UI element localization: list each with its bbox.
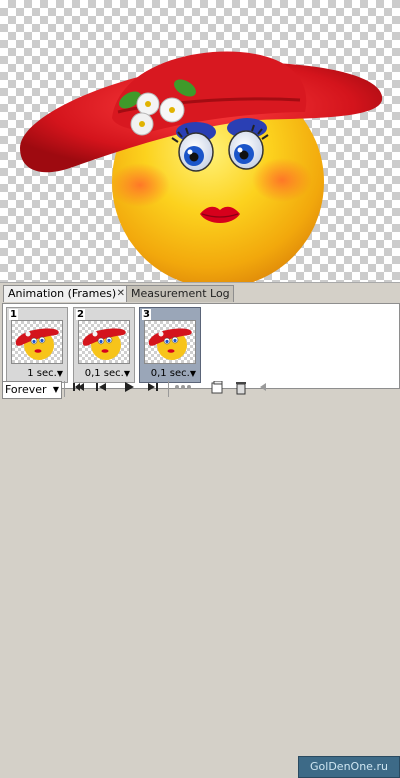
frame-thumbnail [78, 320, 130, 364]
tween-icon[interactable] [174, 381, 192, 397]
scroll-left-icon[interactable] [254, 381, 272, 397]
animation-frame-1[interactable]: 1 1 sec.▼ [6, 307, 68, 383]
frame-number: 2 [76, 309, 85, 320]
close-icon[interactable]: ✕ [117, 286, 125, 302]
frame-number: 3 [142, 309, 151, 320]
animation-frame-3[interactable]: 3 0,1 sec.▼ [139, 307, 201, 383]
first-frame-icon[interactable] [70, 381, 88, 397]
play-icon[interactable] [120, 381, 138, 397]
dropdown-arrow-icon: ▼ [189, 369, 196, 378]
animation-controls: Forever ▼ GolDenOne.ru [0, 378, 400, 778]
duplicate-frame-icon[interactable] [208, 380, 226, 397]
next-frame-icon[interactable] [144, 381, 162, 397]
animation-frame-2[interactable]: 2 0,1 sec.▼ [73, 307, 135, 383]
frames-strip: 1 1 sec.▼ 2 0,1 sec.▼ 3 0,1 sec.▼ [2, 303, 400, 389]
smiley-thumbnail [15, 328, 59, 360]
tab-measurement-log[interactable]: Measurement Log [126, 285, 234, 302]
frame-number: 1 [9, 309, 18, 320]
chevron-down-icon: ▼ [52, 385, 59, 394]
document-canvas[interactable] [0, 0, 400, 282]
loop-value: Forever [5, 383, 47, 396]
dropdown-arrow-icon: ▼ [123, 369, 130, 378]
smiley-thumbnail [148, 328, 192, 360]
previous-frame-icon[interactable] [92, 381, 110, 397]
tab-animation-frames-label: Animation (Frames) [8, 287, 117, 300]
lady-smiley-illustration [20, 51, 383, 282]
smiley-thumbnail [82, 328, 126, 360]
separator [168, 381, 169, 397]
frame-thumbnail [144, 320, 196, 364]
tab-measurement-log-label: Measurement Log [131, 287, 230, 300]
trash-icon[interactable] [232, 381, 250, 397]
frame-thumbnail [11, 320, 63, 364]
loop-options-select[interactable]: Forever ▼ [2, 381, 62, 399]
dropdown-arrow-icon: ▼ [56, 369, 63, 378]
tab-animation-frames[interactable]: Animation (Frames) ✕ [3, 285, 129, 302]
site-watermark: GolDenOne.ru [298, 756, 400, 778]
separator [64, 381, 65, 397]
